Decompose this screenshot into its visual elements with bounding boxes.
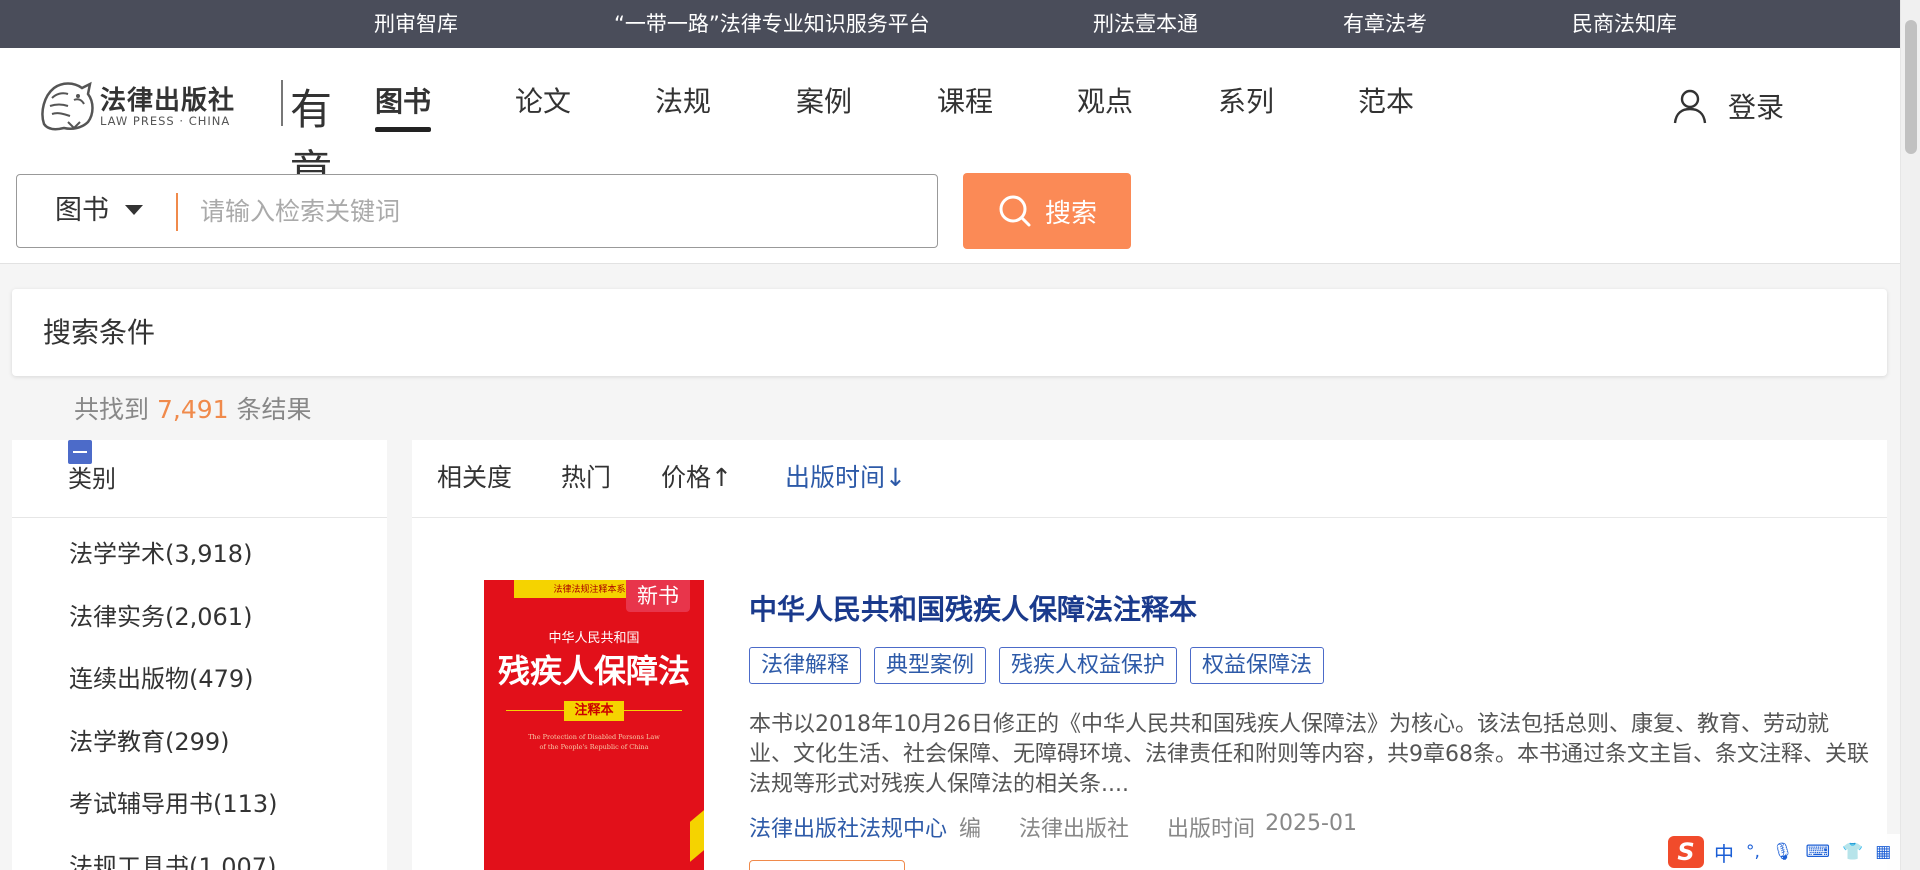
result-prefix: 共找到 [74, 395, 150, 424]
logo-separator [281, 80, 283, 126]
category-item[interactable]: 法律实务(2,061) [69, 597, 252, 632]
page-scrollbar[interactable] [1900, 0, 1920, 870]
toplink-minshang[interactable]: 民商法知库 [1572, 0, 1677, 48]
result-suffix: 条结果 [236, 395, 312, 424]
cover-english-1: The Protection of Disabled Persons Law [528, 733, 660, 741]
sogou-logo-icon[interactable]: S [1668, 836, 1704, 868]
cover-corner [690, 810, 704, 862]
book-publisher: 法律出版社 [1019, 817, 1130, 842]
keyboard-icon[interactable]: ⌨ [1806, 842, 1831, 862]
login-label: 登录 [1728, 91, 1785, 124]
book-meta: 法律出版社法规中心 编 法律出版社 出版时间 2025-01 [749, 811, 1357, 843]
category-item[interactable]: 法规工具书(1,007) [69, 847, 276, 870]
book-title-link[interactable]: 中华人民共和国残疾人保障法注释本 [749, 588, 1197, 628]
cover-english-2: of the People's Republic of China [539, 743, 649, 751]
book-editor-role: 编 [959, 817, 982, 842]
search-icon [999, 195, 1031, 227]
sort-pubdate[interactable]: 出版时间↓ [785, 440, 906, 516]
lion-logo-icon [41, 81, 94, 131]
nav-papers[interactable]: 论文 [515, 82, 571, 122]
ime-lang-indicator[interactable]: 中 [1714, 838, 1734, 867]
site-header: 法律出版社 LAW PRESS · CHINA 有章 图书 论文 法规 案例 课… [0, 48, 1900, 264]
category-item[interactable]: 法学学术(3,918) [69, 534, 252, 569]
category-item[interactable]: 法学教育(299) [69, 722, 230, 757]
search-divider [176, 193, 178, 231]
toolbox-icon[interactable]: ▦ [1875, 842, 1891, 862]
book-tags: 法律解释 典型案例 残疾人权益保护 权益保障法 [749, 647, 1337, 684]
search-button-label: 搜索 [1044, 197, 1097, 228]
sort-popular[interactable]: 热门 [561, 440, 611, 516]
cover-line1: 中华人民共和国 [548, 631, 640, 646]
caret-down-icon[interactable] [125, 205, 143, 215]
book-pubdate-label: 出版时间 [1167, 817, 1256, 842]
logo-text-en: LAW PRESS · CHINA [100, 114, 231, 128]
search-input[interactable] [200, 187, 900, 235]
toplink-belt-road[interactable]: “一带一路”法律专业知识服务平台 [614, 0, 930, 48]
scrollbar-thumb[interactable] [1905, 20, 1917, 154]
book-cover[interactable]: 法律法规注释本系列 新书 中华人民共和国 残疾人保障法 注释本 The Prot… [484, 580, 704, 870]
book-action-button[interactable] [749, 860, 905, 870]
nav-courses[interactable]: 课程 [937, 82, 993, 122]
toplink-youzhang-exam[interactable]: 有章法考 [1343, 0, 1427, 48]
book-pubdate: 2025-01 [1265, 811, 1357, 836]
ime-toolbar[interactable]: S 中 °, 🎙 ⌨ 👕 ▦ [1668, 834, 1900, 870]
nav-templates[interactable]: 范本 [1358, 82, 1414, 122]
search-button[interactable]: 搜索 [963, 173, 1131, 249]
search-scope-select[interactable]: 图书 [55, 175, 109, 247]
user-icon [1673, 89, 1707, 124]
toplink-xingfa[interactable]: 刑法壹本通 [1093, 0, 1198, 48]
nav-viewpoints[interactable]: 观点 [1077, 82, 1133, 122]
new-book-badge: 新书 [626, 580, 690, 612]
search-box: 图书 [16, 174, 938, 248]
toplink-xingshen[interactable]: 刑审智库 [374, 0, 458, 48]
logo-text-cn: 法律出版社 [100, 86, 236, 116]
sort-price[interactable]: 价格↑ [661, 440, 732, 516]
nav-books[interactable]: 图书 [375, 82, 432, 132]
skin-icon[interactable]: 👕 [1842, 842, 1863, 862]
nav-cases[interactable]: 案例 [796, 82, 852, 122]
search-conditions-panel: 搜索条件 [12, 289, 1887, 376]
sort-bar: 相关度 热门 价格↑ 出版时间↓ [412, 440, 1887, 518]
search-conditions-title: 搜索条件 [43, 316, 156, 349]
category-header[interactable]: 类别 [12, 440, 387, 518]
nav-regulations[interactable]: 法规 [655, 82, 711, 122]
login-button[interactable]: 登录 [1672, 86, 1784, 126]
top-link-bar: 刑审智库 “一带一路”法律专业知识服务平台 刑法壹本通 有章法考 民商法知库 [0, 0, 1900, 48]
category-title: 类别 [68, 465, 116, 493]
site-logo[interactable]: 法律出版社 LAW PRESS · CHINA 有章 [38, 76, 338, 195]
sort-relevance[interactable]: 相关度 [437, 440, 512, 516]
book-tag[interactable]: 典型案例 [874, 647, 987, 684]
results-panel: 相关度 热门 价格↑ 出版时间↓ 法律法规注释本系列 新书 中华人民共和国 残疾… [412, 440, 1887, 870]
nav-series[interactable]: 系列 [1218, 82, 1274, 122]
book-editor-link[interactable]: 法律出版社法规中心 [749, 811, 947, 843]
book-tag[interactable]: 残疾人权益保护 [999, 647, 1178, 684]
book-description: 本书以2018年10月26日修正的《中华人民共和国残疾人保障法》为核心。该法包括… [749, 712, 1869, 797]
category-item[interactable]: 考试辅导用书(113) [69, 784, 278, 819]
punctuation-icon[interactable]: °, [1746, 842, 1760, 862]
microphone-icon[interactable]: 🎙 [1772, 842, 1794, 862]
cover-line2: 残疾人保障法 [497, 652, 690, 690]
book-tag[interactable]: 法律解释 [749, 647, 862, 684]
result-count: 共找到 7,491 条结果 [74, 390, 312, 426]
category-sidebar: 类别 法学学术(3,918) 法律实务(2,061) 连续出版物(479) 法学… [12, 440, 387, 870]
category-item[interactable]: 连续出版物(479) [69, 659, 254, 694]
cover-tag: 注释本 [564, 701, 624, 721]
result-number: 7,491 [156, 395, 229, 424]
book-tag[interactable]: 权益保障法 [1190, 647, 1325, 684]
